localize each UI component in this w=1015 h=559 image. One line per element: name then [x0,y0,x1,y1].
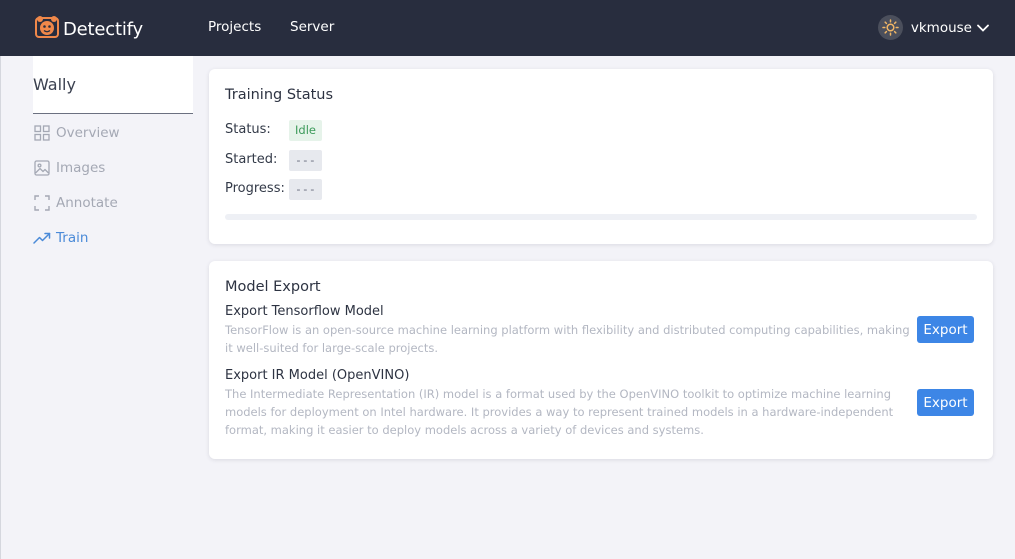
sidebar-item-label: Annotate [56,194,118,211]
training-progress-bar [225,214,977,220]
status-label: Status: [225,122,271,137]
sidebar-item-images[interactable]: Images [33,150,193,185]
export-tensorflow-button[interactable]: Export [917,316,974,343]
detectify-logo-icon [34,14,60,44]
app-name: Detectify [63,18,143,40]
brand[interactable]: Detectify [34,14,143,44]
sidebar-item-overview[interactable]: Overview [33,115,193,150]
model-export-title: Model Export [225,279,321,295]
image-icon [33,159,51,177]
status-badge: Idle [289,120,322,141]
training-status-card: Training Status Status: Idle Started: --… [209,69,993,244]
user-menu[interactable]: vkmouse [877,15,989,40]
sidebar-item-label: Images [56,159,106,176]
sidebar-item-annotate[interactable]: Annotate [33,185,193,220]
sidebar-item-label: Overview [56,124,120,141]
top-navbar: Detectify Projects Server vkmouse [0,0,1015,56]
model-export-card: Model Export Export Tensorflow Model Ten… [209,261,993,459]
crop-frame-icon [33,194,51,212]
export-tensorflow-description: TensorFlow is an open-source machine lea… [225,323,910,355]
nav-link-projects[interactable]: Projects [208,19,261,35]
started-value: --- [289,150,322,171]
sidebar-header: Wally [33,56,193,113]
sun-avatar-icon [877,15,903,40]
grid-icon [33,124,51,142]
training-status-title: Training Status [225,87,334,103]
sidebar-item-label: Train [56,229,89,246]
export-openvino-title: Export IR Model (OpenVINO) [225,368,410,383]
nav-link-server[interactable]: Server [290,19,334,35]
progress-label: Progress: [225,181,285,196]
project-title: Wally [33,75,76,94]
export-openvino-description: The Intermediate Representation (IR) mod… [225,387,894,437]
page-left-border [0,56,1,559]
export-tensorflow-title: Export Tensorflow Model [225,304,384,319]
chevron-down-icon [977,24,989,32]
progress-value: --- [289,179,322,200]
export-openvino-button[interactable]: Export [917,389,974,416]
started-label: Started: [225,152,278,167]
sidebar: Wally Overview Images Annotate Train [33,56,193,255]
trending-up-icon [33,229,51,247]
username: vkmouse [910,19,972,36]
sidebar-item-train[interactable]: Train [33,220,193,255]
